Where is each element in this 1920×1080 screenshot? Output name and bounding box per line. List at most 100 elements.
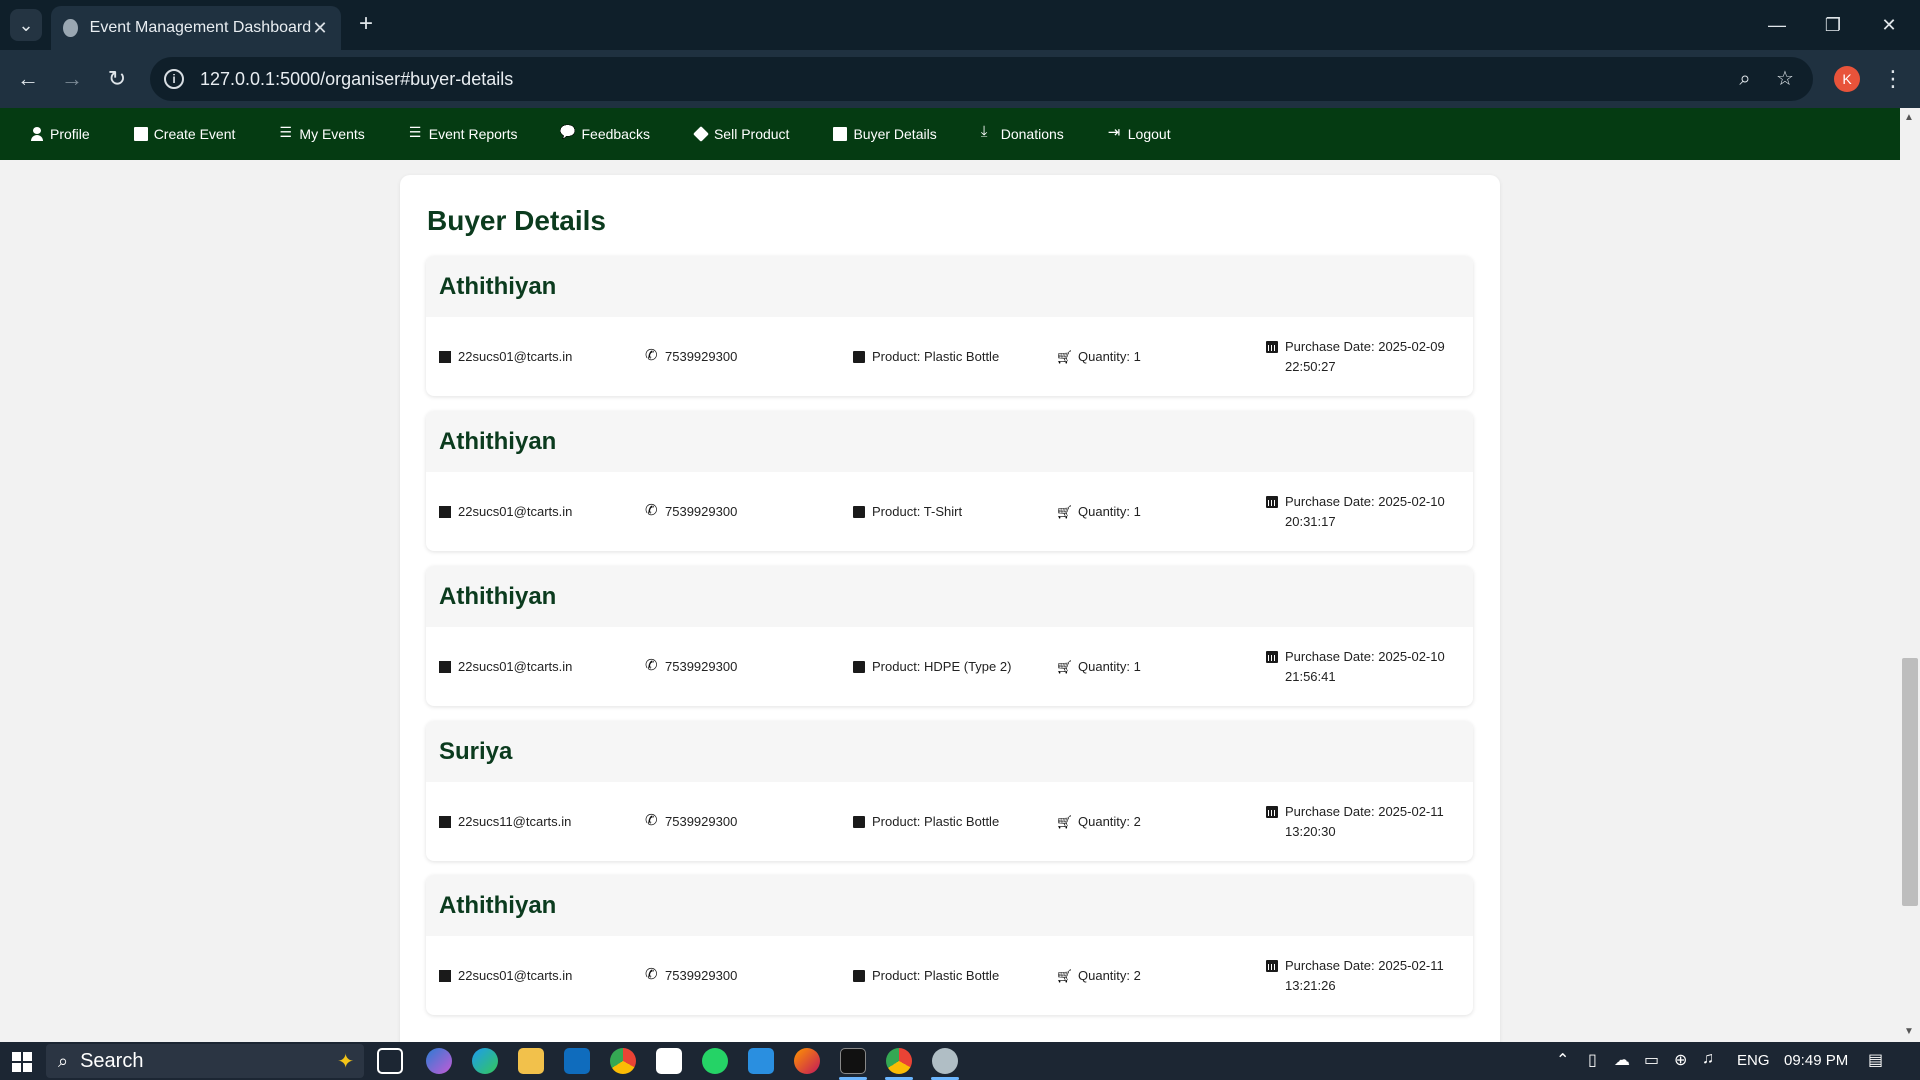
nav-logout[interactable]: Logout [1108, 123, 1171, 142]
calendar-plus-icon [133, 127, 148, 141]
battery-icon[interactable]: ▭ [1644, 1050, 1659, 1070]
buyer-email: 22sucs01@tcarts.in [439, 492, 628, 522]
buyer-purchase-date: Purchase Date: 2025-02-11 13:20:30 [1266, 802, 1455, 842]
nav-donations[interactable]: Donations [981, 123, 1064, 142]
notification-icon[interactable]: ▤ [1868, 1050, 1883, 1070]
restore-button[interactable]: ❐ [1810, 8, 1856, 42]
calendar-icon [1266, 651, 1278, 663]
edge-icon[interactable] [472, 1048, 498, 1074]
scroll-up-arrow-icon[interactable]: ▲ [1904, 112, 1914, 123]
box-icon [853, 661, 865, 673]
app-icon[interactable] [932, 1048, 958, 1074]
nav-create-event[interactable]: Create Event [133, 126, 236, 142]
language-indicator[interactable]: ENG [1737, 1052, 1770, 1069]
onedrive-icon[interactable]: ☁ [1614, 1050, 1630, 1070]
phone-text: 7539929300 [665, 349, 738, 364]
buyer-purchase-date: Purchase Date: 2025-02-10 21:56:41 [1266, 647, 1455, 687]
purchase-date-text: Purchase Date: 2025-02-10 21:56:41 [1285, 649, 1445, 684]
nav-label: Profile [50, 126, 90, 142]
task-view-icon[interactable] [377, 1048, 403, 1074]
nav-label: Donations [1000, 126, 1064, 142]
site-info-icon[interactable]: i [164, 69, 184, 89]
copilot-icon[interactable] [426, 1048, 452, 1074]
nav-label: Feedbacks [581, 126, 650, 142]
nav-label: Create Event [153, 126, 236, 142]
scroll-thumb[interactable] [1902, 658, 1918, 906]
product-text: Product: T-Shirt [872, 504, 963, 519]
phone-text: 7539929300 [665, 814, 738, 829]
browser-menu-icon[interactable]: ⋮ [1878, 62, 1908, 96]
search-icon: ⌕ [58, 1050, 69, 1071]
page-scrollbar[interactable]: ▲ ▼ [1900, 108, 1920, 1042]
zoom-icon[interactable]: ⌕ [1725, 59, 1765, 99]
windows-start-icon[interactable] [12, 1052, 32, 1072]
buyer-quantity: Quantity: 1 [1059, 337, 1248, 367]
donate-icon [981, 123, 995, 141]
buyer-phone: 7539929300 [645, 802, 835, 832]
phone-icon [645, 656, 658, 676]
tag-icon [693, 126, 709, 142]
buyer-card-header: Athithiyan [426, 566, 1473, 627]
buyer-name: Suriya [439, 737, 513, 765]
chrome-icon[interactable] [610, 1048, 636, 1074]
windows-taskbar: ⌕ Search ✦ ⌃ ▯ ☁ ▭ ⊕ ♫ ENG 09:49 PM ▤ [0, 1042, 1920, 1080]
product-text: Product: Plastic Bottle [872, 968, 1000, 983]
forward-button[interactable]: → [54, 61, 90, 97]
chevron-up-icon[interactable]: ⌃ [1556, 1050, 1569, 1070]
firefox-icon[interactable] [794, 1048, 820, 1074]
back-button[interactable]: ← [10, 61, 46, 97]
nav-my-events[interactable]: My Events [279, 124, 364, 142]
phone-text: 7539929300 [665, 659, 738, 674]
phone-text: 7539929300 [665, 504, 738, 519]
tab-search-button[interactable]: ⌄ [10, 9, 42, 41]
address-bar[interactable]: i 127.0.0.1:5000/organiser#buyer-details… [150, 57, 1813, 101]
email-text: 22sucs01@tcarts.in [458, 349, 573, 364]
list-icon [279, 124, 293, 141]
volume-icon[interactable]: ♫ [1702, 1050, 1714, 1068]
file-explorer-icon[interactable] [518, 1048, 544, 1074]
profile-avatar[interactable]: K [1834, 66, 1860, 92]
quantity-text: Quantity: 1 [1078, 659, 1141, 674]
scroll-down-arrow-icon[interactable]: ▼ [1904, 1026, 1914, 1037]
browser-tab[interactable]: Event Management Dashboard ✕ [51, 6, 341, 50]
vscode-icon[interactable] [748, 1048, 774, 1074]
cart-icon [1059, 351, 1071, 363]
nav-buyer-details[interactable]: Buyer Details [833, 126, 937, 142]
minimize-button[interactable]: — [1754, 8, 1800, 42]
whatsapp-icon[interactable] [702, 1048, 728, 1074]
reload-button[interactable]: ↻ [99, 61, 135, 97]
taskbar-search-box[interactable]: ⌕ Search ✦ [46, 1044, 364, 1078]
phone-icon [645, 811, 658, 831]
nav-feedbacks[interactable]: Feedbacks [561, 126, 649, 142]
buyer-card-body: 22sucs01@tcarts.in 7539929300 Product: P… [426, 936, 1473, 1015]
nav-profile[interactable]: Profile [30, 126, 90, 142]
close-tab-icon[interactable]: ✕ [311, 18, 329, 39]
product-text: Product: Plastic Bottle [872, 349, 1000, 364]
email-text: 22sucs01@tcarts.in [458, 968, 573, 983]
phone-icon [645, 965, 658, 985]
close-window-button[interactable]: ✕ [1866, 8, 1912, 42]
new-tab-button[interactable]: + [352, 11, 380, 39]
nav-label: Sell Product [713, 126, 790, 142]
calendar-icon [1266, 341, 1278, 353]
clock[interactable]: 09:49 PM [1784, 1052, 1848, 1069]
terminal-icon[interactable] [840, 1048, 866, 1074]
browser-titlebar: ⌄ Event Management Dashboard ✕ + — ❐ ✕ [0, 0, 1920, 50]
buyer-quantity: Quantity: 2 [1059, 802, 1248, 832]
network-icon[interactable]: ⊕ [1674, 1050, 1687, 1070]
buyer-name: Athithiyan [439, 272, 557, 300]
buyer-phone: 7539929300 [645, 337, 835, 367]
buyer-phone: 7539929300 [645, 492, 835, 522]
nav-sell-product[interactable]: Sell Product [693, 126, 790, 142]
buyer-product: Product: T-Shirt [853, 492, 1042, 522]
calendar-icon [1266, 806, 1278, 818]
bookmark-star-icon[interactable]: ☆ [1765, 59, 1805, 99]
nav-event-reports[interactable]: Event Reports [409, 124, 518, 142]
buyer-quantity: Quantity: 1 [1059, 647, 1248, 677]
device-icon[interactable]: ▯ [1588, 1050, 1597, 1070]
chrome-active-icon[interactable] [886, 1048, 912, 1074]
buyer-card-header: Athithiyan [426, 256, 1473, 317]
url-text[interactable]: 127.0.0.1:5000/organiser#buyer-details [200, 69, 1725, 90]
store-icon[interactable] [656, 1048, 682, 1074]
outlook-icon[interactable] [564, 1048, 590, 1074]
